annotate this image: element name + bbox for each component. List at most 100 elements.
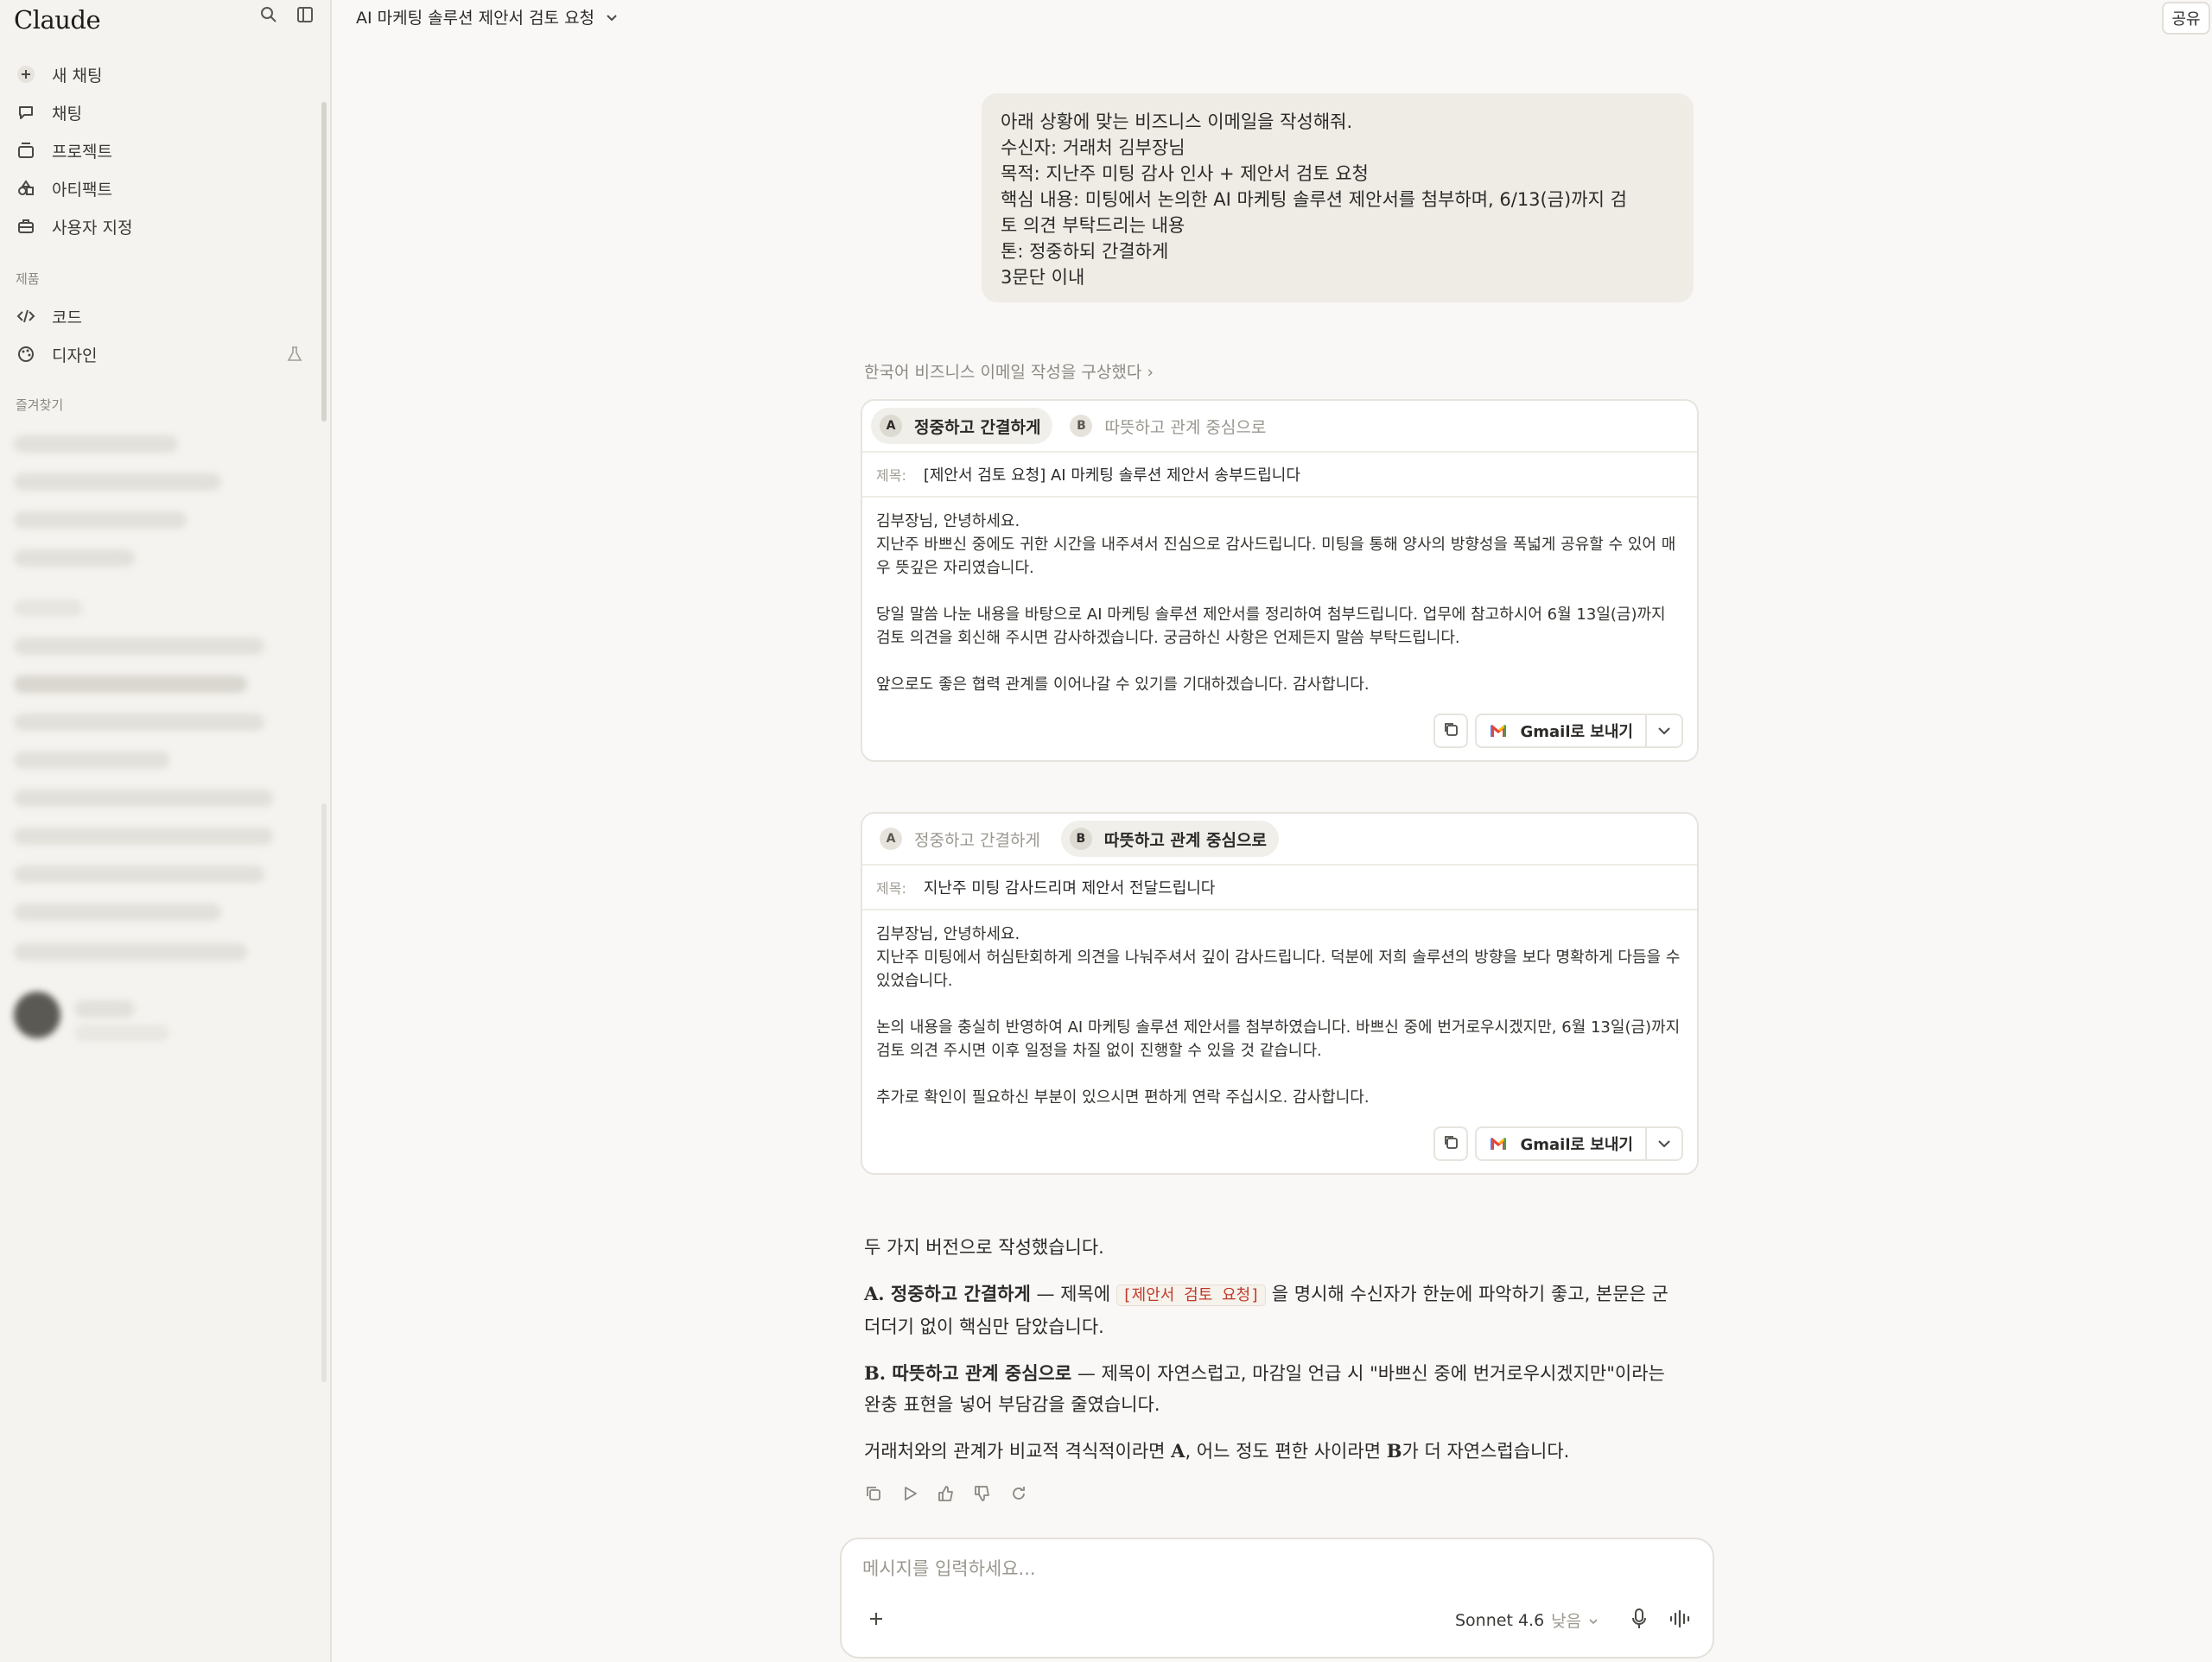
tab-version-b[interactable]: B 따뜻하고 관계 중심으로 [1060, 821, 1279, 857]
version-b-title: B. 따뜻하고 관계 중심으로 [864, 1362, 1072, 1384]
sidebar-item-label: 코드 [52, 308, 82, 327]
assistant-text-bold: B [1386, 1440, 1402, 1462]
beta-flask-icon [287, 346, 302, 367]
user-message-line: 토 의견 부탁드리는 내용 [1001, 215, 1185, 236]
email-paragraph: 김부장님, 안녕하세요. 지난주 바쁘신 중에도 귀한 시간을 내주셔서 진심으… [876, 512, 1676, 577]
sidebar-item-projects[interactable]: 프로젝트 [0, 131, 320, 169]
blurred-history-item[interactable] [14, 511, 187, 529]
sidebar-toggle-icon[interactable] [296, 5, 315, 24]
sidebar-item-artifacts[interactable]: 아티팩트 [0, 169, 320, 207]
search-icon[interactable] [259, 5, 278, 24]
copy-icon [1442, 720, 1459, 741]
assistant-paragraph: B. 따뜻하고 관계 중심으로 — 제목이 자연스럽고, 마감일 언급 시 "바… [864, 1358, 1676, 1420]
voice-mode-button[interactable] [1666, 1607, 1695, 1634]
sidebar-item-label: 프로젝트 [52, 142, 112, 162]
gmail-options-dropdown[interactable] [1647, 715, 1681, 746]
sidebar-item-code[interactable]: 코드 [0, 297, 320, 335]
blurred-history-item[interactable] [14, 904, 221, 921]
version-badge: B [1070, 415, 1093, 437]
sidebar-item-chats[interactable]: 채팅 [0, 93, 320, 131]
attach-button[interactable] [861, 1605, 892, 1636]
email-subject: [제안서 검토 요청] AI 마케팅 솔루션 제안서 송부드립니다 [923, 466, 1300, 485]
gmail-icon [1489, 723, 1508, 739]
blurred-history-item[interactable] [14, 943, 247, 961]
sidebar-item-customize[interactable]: 사용자 지정 [0, 207, 320, 245]
gmail-send-button[interactable]: Gmail로 보내기 [1475, 714, 1683, 748]
gmail-options-dropdown[interactable] [1647, 1128, 1681, 1159]
copy-icon [1442, 1133, 1459, 1154]
blurred-history-item[interactable] [14, 866, 264, 883]
copy-icon[interactable] [864, 1484, 883, 1503]
subject-label: 제목: [876, 880, 906, 897]
email-body: 김부장님, 안녕하세요. 지난주 미팅에서 허심탄회하게 의견을 나눠주셔서 깊… [862, 910, 1697, 1109]
email-paragraph: 김부장님, 안녕하세요. 지난주 미팅에서 허심탄회하게 의견을 나눠주셔서 깊… [876, 925, 1681, 990]
microphone-icon [1630, 1608, 1648, 1633]
email-body: 김부장님, 안녕하세요. 지난주 바쁘신 중에도 귀한 시간을 내주셔서 진심으… [862, 498, 1697, 696]
version-badge: B [1069, 828, 1092, 850]
tab-label: 따뜻하고 관계 중심으로 [1103, 830, 1267, 850]
assistant-paragraph: 거래처와의 관계가 비교적 격식적이라면 A, 어느 정도 편한 사이라면 B가… [864, 1436, 1676, 1467]
blurred-history-item[interactable] [14, 790, 273, 807]
play-icon[interactable] [900, 1484, 919, 1503]
email-paragraph: 추가로 확인이 필요하신 부분이 있으시면 편하게 연락 주십시오. 감사합니다… [876, 1088, 1370, 1107]
model-selector[interactable]: Sonnet 4.6 낮음 [1455, 1608, 1599, 1632]
gmail-send-button[interactable]: Gmail로 보내기 [1475, 1126, 1683, 1161]
blurred-user-name [74, 1000, 135, 1018]
sidebar-item-new-chat[interactable]: 새 채팅 [0, 55, 320, 93]
gmail-send-label: Gmail로 보내기 [1520, 723, 1633, 741]
user-message-line: 톤: 정중하되 간결하게 [1001, 241, 1169, 262]
tab-version-a[interactable]: A 정중하고 간결하게 [871, 408, 1053, 444]
effort-level: 낮음 [1551, 1612, 1582, 1631]
email-subject-row: 제목: [제안서 검토 요청] AI 마케팅 솔루션 제안서 송부드립니다 [862, 453, 1697, 498]
tab-version-b[interactable]: B 따뜻하고 관계 중심으로 [1061, 408, 1278, 444]
conversation-title[interactable]: AI 마케팅 솔루션 제안서 검토 요청 [356, 5, 619, 29]
blurred-history-item[interactable] [14, 828, 273, 845]
message-input[interactable] [862, 1558, 1640, 1579]
plus-icon [867, 1609, 886, 1632]
blurred-history-item[interactable] [14, 435, 178, 453]
sidebar-scrollbar[interactable] [321, 102, 327, 422]
blurred-history-item[interactable] [14, 549, 135, 567]
chevron-down-icon [605, 8, 619, 27]
plus-icon [16, 64, 36, 85]
inline-code: [제안서 검토 요청] [1116, 1285, 1267, 1306]
sidebar-item-design[interactable]: 디자인 [0, 335, 320, 373]
gmail-send-main[interactable]: Gmail로 보내기 [1477, 715, 1647, 746]
message-composer: Sonnet 4.6 낮음 [840, 1538, 1714, 1659]
share-button[interactable]: 공유 [2162, 2, 2210, 35]
blurred-history-item[interactable] [14, 714, 264, 731]
artifact-icon [16, 178, 36, 199]
tab-label: 따뜻하고 관계 중심으로 [1104, 417, 1267, 437]
blurred-history-item[interactable] [14, 638, 264, 655]
subject-label: 제목: [876, 467, 906, 484]
thumbs-down-icon[interactable] [973, 1484, 992, 1503]
retry-icon[interactable] [1009, 1484, 1028, 1503]
blurred-section-label [14, 599, 83, 617]
thinking-summary-toggle[interactable]: 한국어 비즈니스 이메일 작성을 구상했다 › [864, 359, 1154, 383]
avatar[interactable] [14, 992, 60, 1038]
tab-version-a[interactable]: A 정중하고 간결하게 [871, 821, 1052, 857]
thumbs-up-icon[interactable] [937, 1484, 956, 1503]
chevron-down-icon [1656, 1135, 1672, 1153]
email-version-tabs: A 정중하고 간결하게 B 따뜻하고 관계 중심으로 [862, 401, 1697, 453]
assistant-text: — 제목에 [1030, 1284, 1116, 1304]
sidebar-scrollbar-track [321, 803, 327, 1382]
copy-button[interactable] [1433, 714, 1469, 748]
email-paragraph: 앞으로도 좋은 협력 관계를 이어나갈 수 있기를 기대하겠습니다. 감사합니다… [876, 676, 1370, 694]
blurred-history-item[interactable] [14, 676, 247, 693]
blurred-user-plan [74, 1024, 169, 1042]
microphone-button[interactable] [1626, 1607, 1652, 1634]
user-message-line: 목적: 지난주 미팅 감사 인사 + 제안서 검토 요청 [1001, 163, 1369, 184]
chevron-down-icon [1656, 722, 1672, 740]
audio-waveform-icon [1669, 1608, 1693, 1633]
blurred-history-item[interactable] [14, 752, 169, 769]
sidebar-item-label: 새 채팅 [52, 66, 103, 86]
copy-button[interactable] [1433, 1126, 1469, 1161]
email-actions: Gmail로 보내기 [1433, 1126, 1683, 1161]
briefcase-icon [16, 216, 36, 237]
claude-logo[interactable]: Claude [14, 5, 101, 35]
conversation-title-text: AI 마케팅 솔루션 제안서 검토 요청 [356, 9, 595, 28]
user-message-line: 수신자: 거래처 김부장님 [1001, 137, 1185, 158]
blurred-history-item[interactable] [14, 473, 221, 491]
gmail-send-main[interactable]: Gmail로 보내기 [1477, 1128, 1647, 1159]
